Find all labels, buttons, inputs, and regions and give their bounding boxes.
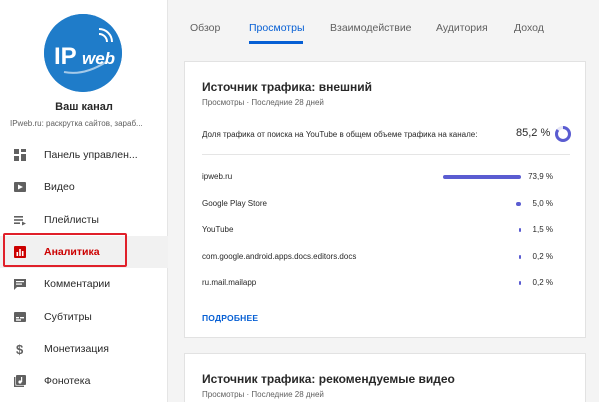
card-title: Источник трафика: рекомендуемые видео [202,372,455,386]
channel-name: Ваш канал [55,101,113,113]
traffic-source-list: ipweb.ru 73,9 % Google Play Store 5,0 % … [202,166,570,299]
tab-audience[interactable]: Аудитория [436,22,488,34]
svg-text:$: $ [16,342,24,356]
share-description: Доля трафика от поиска на YouTube в обще… [202,130,478,139]
share-ring-chart [555,126,571,142]
video-icon [14,182,26,193]
sidebar-item-label: Монетизация [44,342,109,355]
sidebar-item-analytics[interactable]: Аналитика [0,235,168,269]
sidebar-item-label: Видео [44,181,75,194]
source-label: ru.mail.mailapp [202,278,257,287]
sidebar-item-label: Аналитика [44,246,100,259]
list-item[interactable]: ipweb.ru 73,9 % [202,166,570,193]
source-bar [519,281,521,285]
youtube-search-share: Доля трафика от поиска на YouTube в обще… [202,126,571,146]
source-bar [519,254,521,259]
active-tab-indicator [249,41,303,44]
source-percent: 0,2 % [532,278,553,287]
sidebar-item-audio-library[interactable]: Фонотека [0,365,168,397]
channel-logo[interactable]: IP web [44,14,122,92]
tab-revenue[interactable]: Доход [514,22,544,34]
card-subtitle: Просмотры · Последние 28 дней [202,98,324,107]
list-item[interactable]: com.google.android.apps.docs.editors.doc… [202,246,570,273]
sidebar-item-monetization[interactable]: $ Монетизация [0,333,168,365]
dashboard-icon [14,149,26,162]
analytics-tabs: Обзор Просмотры Взаимодействие Аудитория… [168,0,599,44]
svg-text:IP: IP [54,43,77,70]
source-bar [515,201,521,206]
more-details-link[interactable]: ПОДРОБНЕЕ [202,313,258,323]
playlist-icon [14,215,26,226]
list-item[interactable]: YouTube 1,5 % [202,219,570,246]
divider [202,154,570,155]
share-value: 85,2 % [516,127,551,139]
source-percent: 5,0 % [532,198,553,208]
channel-description: IPweb.ru: раскрутка сайтов, зараб... [10,119,143,128]
sidebar-item-label: Фонотека [44,375,91,388]
tab-views[interactable]: Просмотры [249,22,305,34]
list-item[interactable]: Google Play Store 5,0 % [202,193,570,220]
card-title: Источник трафика: внешний [202,80,373,94]
sidebar-item-comments[interactable]: Комментарии [0,268,168,300]
source-label: YouTube [202,225,234,234]
source-percent: 0,2 % [532,251,553,261]
tab-overview[interactable]: Обзор [190,22,220,34]
card-subtitle: Просмотры · Последние 28 дней [202,390,324,399]
source-label: Google Play Store [202,198,267,208]
traffic-source-suggested-card: Источник трафика: рекомендуемые видео Пр… [184,353,586,402]
ipweb-logo-icon: IP web [44,14,122,92]
sidebar-item-video[interactable]: Видео [0,171,168,203]
studio-analytics-screen: IP web Ваш канал IPweb.ru: раскрутка сай… [0,0,599,402]
source-percent: 73,9 % [528,172,553,181]
sidebar-item-label: Субтитры [44,310,92,323]
comments-icon [14,279,26,291]
sidebar-item-label: Панель управлен... [44,149,138,162]
sidebar-item-label: Плейлисты [44,213,99,226]
list-item[interactable]: ru.mail.mailapp 0,2 % [202,272,570,299]
traffic-source-external-card: Источник трафика: внешний Просмотры · По… [184,61,586,338]
source-bar [443,175,521,179]
sidebar-item-subtitles[interactable]: Субтитры [0,300,168,332]
sidebar-item-dashboard[interactable]: Панель управлен... [0,139,168,171]
sidebar-item-label: Комментарии [44,278,111,291]
source-label: ipweb.ru [202,172,233,181]
sidebar-item-playlists[interactable]: Плейлисты [0,204,168,236]
subtitles-icon [14,311,26,322]
analytics-icon [14,246,26,259]
tab-engagement[interactable]: Взаимодействие [330,22,412,34]
source-bar [519,228,521,232]
source-percent: 1,5 % [532,225,553,234]
svg-text:web: web [82,49,115,68]
music-library-icon [14,375,26,388]
source-label: com.google.android.apps.docs.editors.doc… [202,251,357,261]
sidebar-nav: Панель управлен... Видео Плейлисты Анали… [0,139,168,397]
sidebar: IP web Ваш канал IPweb.ru: раскрутка сай… [0,0,168,402]
dollar-icon: $ [16,342,24,356]
